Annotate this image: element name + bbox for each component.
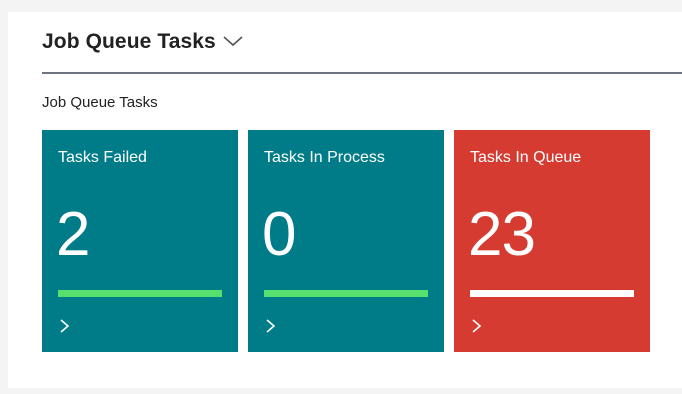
page-title[interactable]: Job Queue Tasks <box>42 30 216 54</box>
tile-tasks-in-queue[interactable]: Tasks In Queue 23 <box>454 130 650 352</box>
header-divider <box>42 72 682 74</box>
section-label: Job Queue Tasks <box>42 94 158 111</box>
tile-title: Tasks In Queue <box>470 149 582 166</box>
chevron-right-icon[interactable] <box>470 318 484 334</box>
chevron-down-icon[interactable] <box>222 34 244 53</box>
tile-tasks-in-process[interactable]: Tasks In Process 0 <box>248 130 444 352</box>
tile-tasks-failed[interactable]: Tasks Failed 2 <box>42 130 238 352</box>
tile-title: Tasks Failed <box>58 149 147 166</box>
tile-indicator-bar <box>470 290 634 297</box>
tile-value: 0 <box>262 200 296 269</box>
tile-indicator-bar <box>264 290 428 297</box>
page-header[interactable]: Job Queue Tasks <box>42 30 244 54</box>
chevron-right-icon[interactable] <box>264 318 278 334</box>
tiles-row: Tasks Failed 2 Tasks In Process 0 Tasks … <box>42 130 650 352</box>
tile-indicator-bar <box>58 290 222 297</box>
tile-value: 23 <box>468 200 536 269</box>
tile-value: 2 <box>56 200 90 269</box>
job-queue-panel: Job Queue Tasks Job Queue Tasks Tasks Fa… <box>8 12 682 388</box>
tile-title: Tasks In Process <box>264 149 385 166</box>
chevron-right-icon[interactable] <box>58 318 72 334</box>
